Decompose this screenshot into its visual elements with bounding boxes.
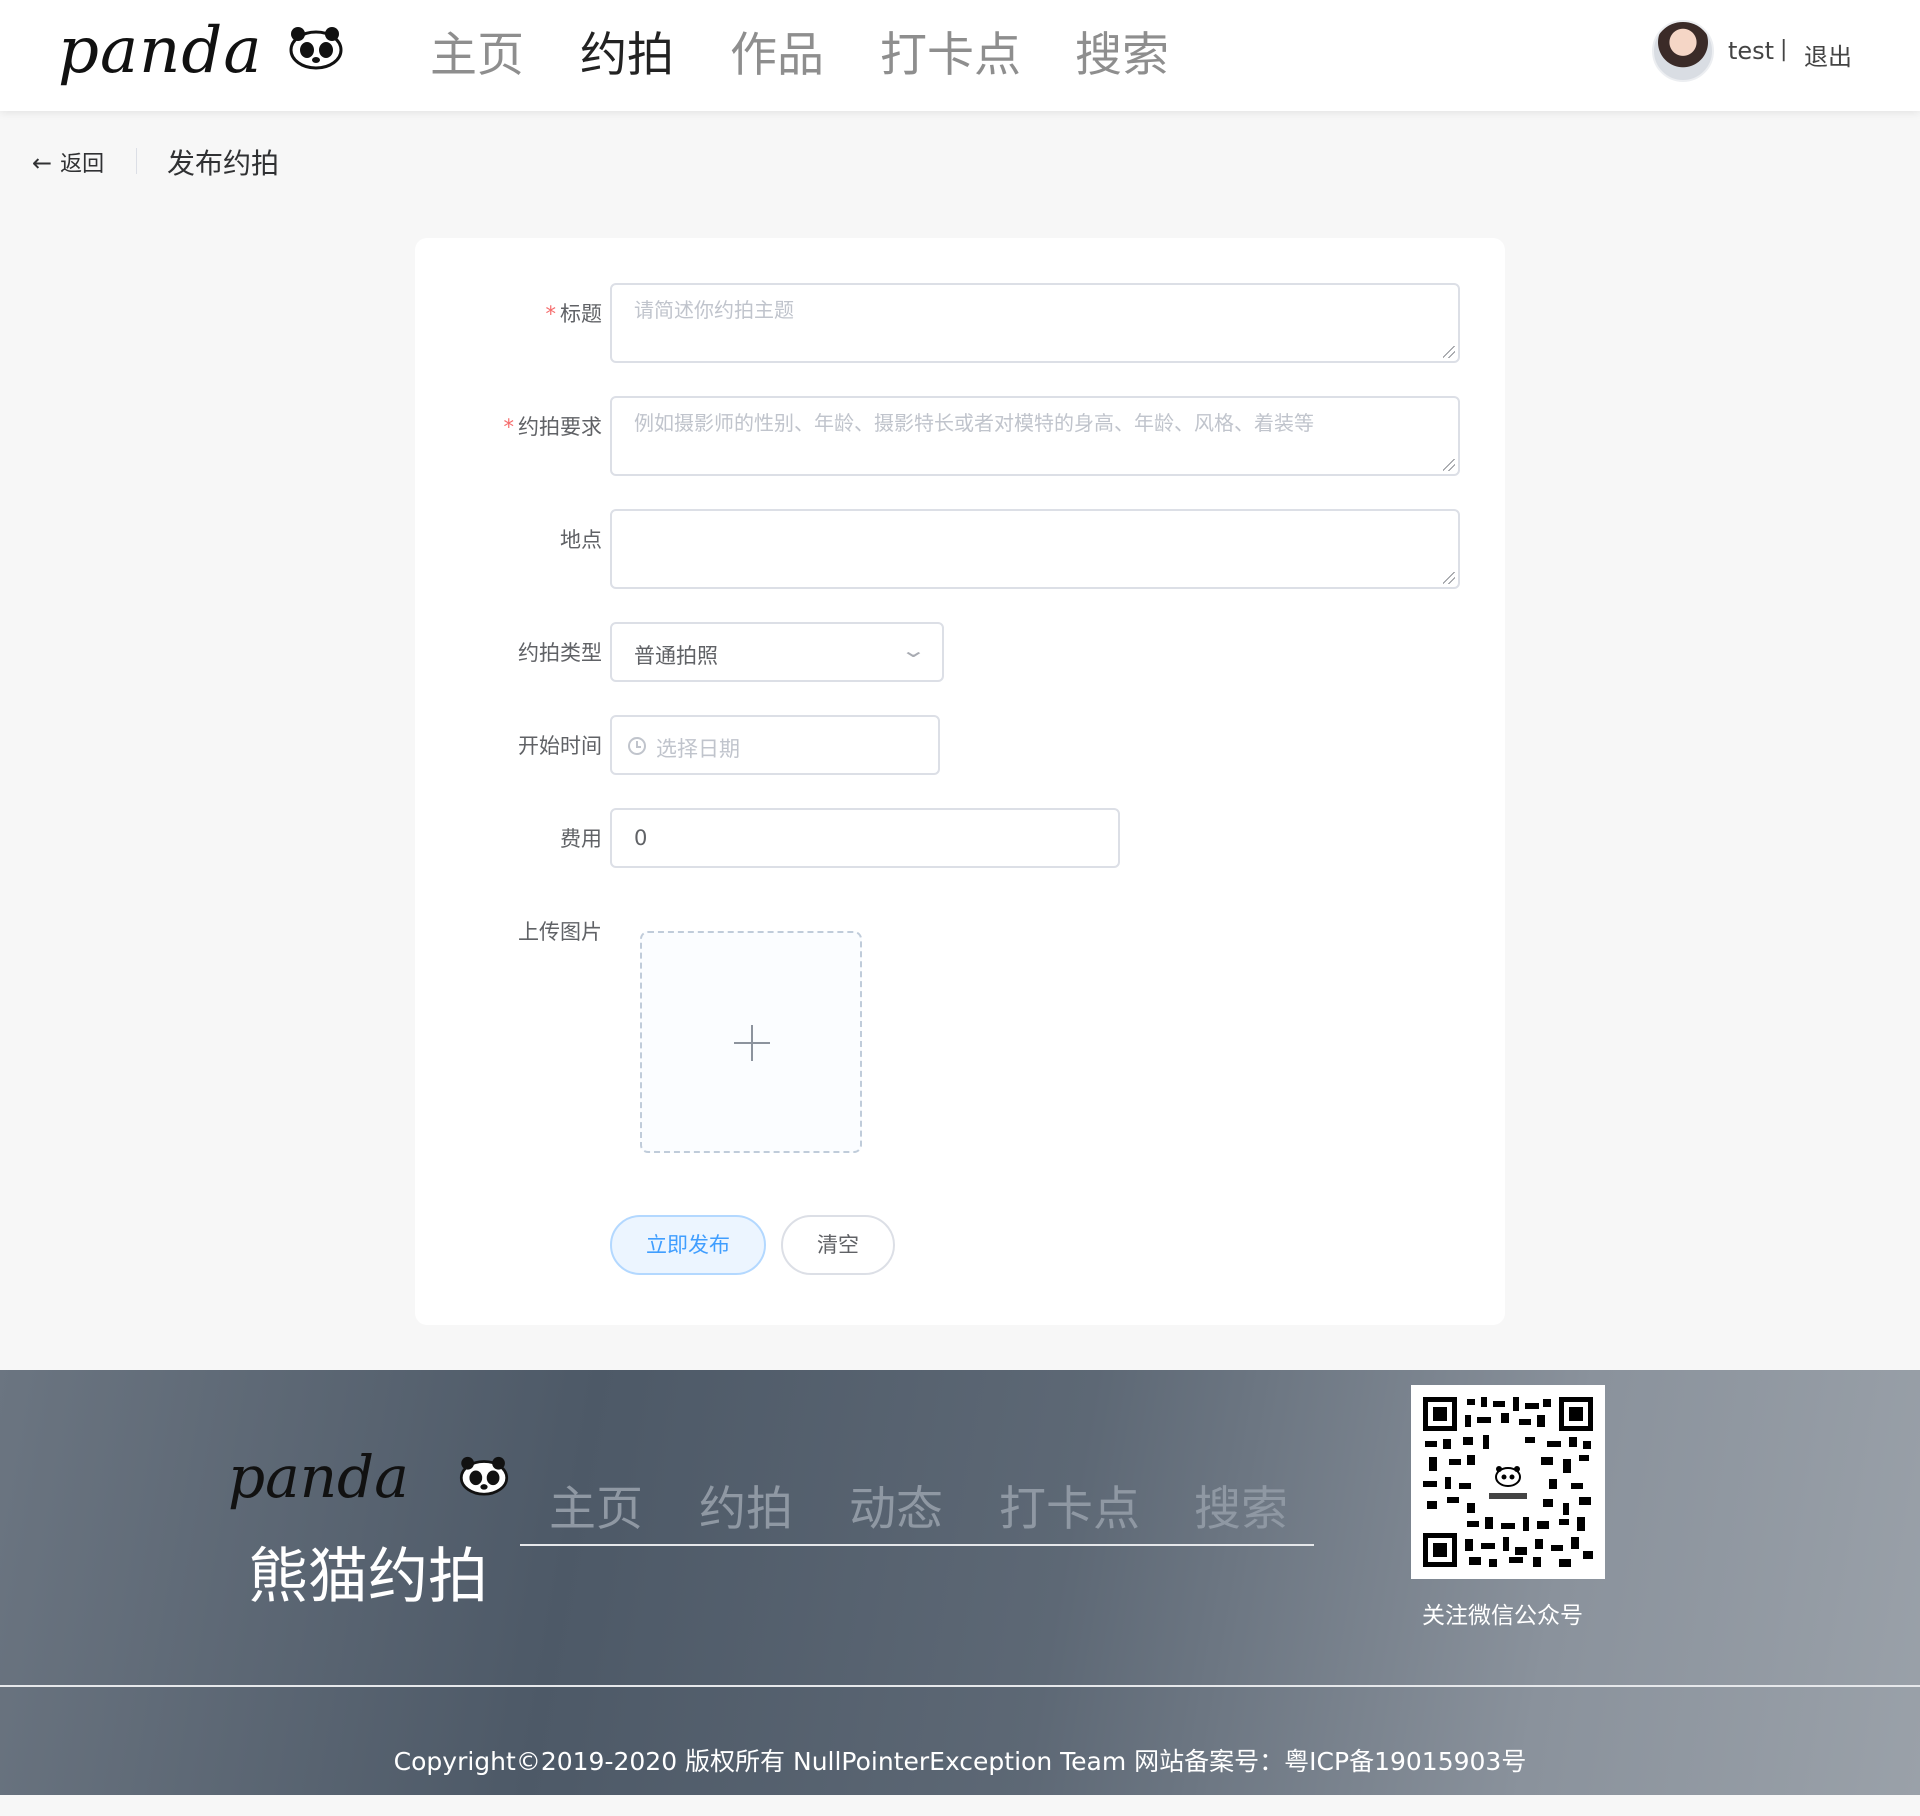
qr-caption: 关注微信公众号: [1422, 1603, 1583, 1629]
avatar[interactable]: [1652, 20, 1714, 82]
page-title: 发布约拍: [167, 147, 280, 180]
nav-works[interactable]: 作品: [730, 24, 824, 88]
arrow-left-icon: ←: [32, 149, 53, 177]
nav-appointment[interactable]: 约拍: [580, 24, 674, 88]
back-label: 返回: [60, 152, 105, 177]
footer-divider: [0, 1685, 1920, 1687]
date-placeholder: 选择日期: [656, 737, 740, 761]
publish-button[interactable]: 立即发布: [610, 1215, 766, 1275]
requirements-placeholder: 例如摄影师的性别、年龄、摄影特长或者对模特的身高、年龄、风格、着装等: [634, 411, 1314, 435]
back-button[interactable]: ← 返回: [32, 146, 104, 178]
logout-link[interactable]: 退出: [1804, 37, 1852, 72]
title-label: * 标题: [545, 302, 603, 326]
type-label: 约拍类型: [518, 641, 602, 665]
logo-text: panda: [58, 14, 263, 88]
nav-checkin[interactable]: 打卡点: [880, 24, 1021, 88]
clock-icon: [628, 737, 646, 755]
cost-input[interactable]: 0: [610, 808, 1120, 868]
footer-brand: 熊猫约拍: [248, 1542, 488, 1612]
type-select[interactable]: 普通拍照 ⌄: [610, 622, 944, 682]
clear-button[interactable]: 清空: [781, 1215, 895, 1275]
cost-value: 0: [634, 826, 648, 850]
footer-nav: 主页 约拍 动态 打卡点 搜索: [520, 1478, 1314, 1546]
copyright: Copyright©2019-2020 版权所有 NullPointerExce…: [393, 1747, 1527, 1776]
panda-icon: [459, 1456, 509, 1496]
footer-nav-moments[interactable]: 动态: [849, 1478, 943, 1542]
footer-nav-checkin[interactable]: 打卡点: [999, 1478, 1140, 1542]
qr-code: [1411, 1385, 1605, 1579]
date-picker[interactable]: 选择日期: [610, 715, 940, 775]
resize-handle[interactable]: [1443, 572, 1455, 584]
type-selected-value: 普通拍照: [634, 644, 718, 668]
cost-label: 费用: [560, 827, 602, 851]
title-placeholder: 请简述你约拍主题: [634, 298, 794, 322]
location-label: 地点: [560, 528, 602, 552]
user-separator: |: [1780, 37, 1788, 62]
footer-nav-search[interactable]: 搜索: [1194, 1478, 1288, 1542]
chevron-down-icon: ⌄: [900, 638, 928, 662]
qr-code-graphic: [1423, 1397, 1593, 1567]
username[interactable]: test: [1728, 37, 1774, 65]
resize-handle[interactable]: [1443, 346, 1455, 358]
start-time-label: 开始时间: [518, 734, 602, 758]
footer-nav-appointment[interactable]: 约拍: [699, 1478, 793, 1542]
required-mark: *: [545, 302, 557, 326]
divider: [136, 148, 137, 174]
requirements-label: * 约拍要求: [503, 415, 603, 439]
footer-logo-text: panda: [228, 1443, 409, 1511]
required-mark: *: [503, 415, 515, 439]
site-logo[interactable]: panda: [58, 12, 348, 90]
title-textarea[interactable]: 请简述你约拍主题: [610, 283, 1460, 363]
resize-handle[interactable]: [1443, 459, 1455, 471]
footer-logo: panda: [228, 1442, 528, 1512]
location-textarea[interactable]: [610, 509, 1460, 589]
footer-nav-home[interactable]: 主页: [549, 1478, 643, 1542]
requirements-textarea[interactable]: 例如摄影师的性别、年龄、摄影特长或者对模特的身高、年龄、风格、着装等: [610, 396, 1460, 476]
site-footer: panda 熊猫约拍 主页 约拍 动态 打卡点 搜索 关注微信公众号 Copyr…: [0, 1370, 1920, 1795]
top-header: panda 主页 约拍 作品 打卡点 搜索 test | 退出: [0, 0, 1920, 111]
panda-icon: [289, 27, 343, 70]
image-upload[interactable]: [640, 931, 862, 1153]
nav-search[interactable]: 搜索: [1075, 24, 1169, 88]
nav-home[interactable]: 主页: [430, 24, 524, 88]
upload-label: 上传图片: [518, 920, 602, 944]
publish-form-card: * 标题 请简述你约拍主题 * 约拍要求 例如摄影师的性别、年龄、摄影特长或者对模特…: [415, 238, 1505, 1325]
